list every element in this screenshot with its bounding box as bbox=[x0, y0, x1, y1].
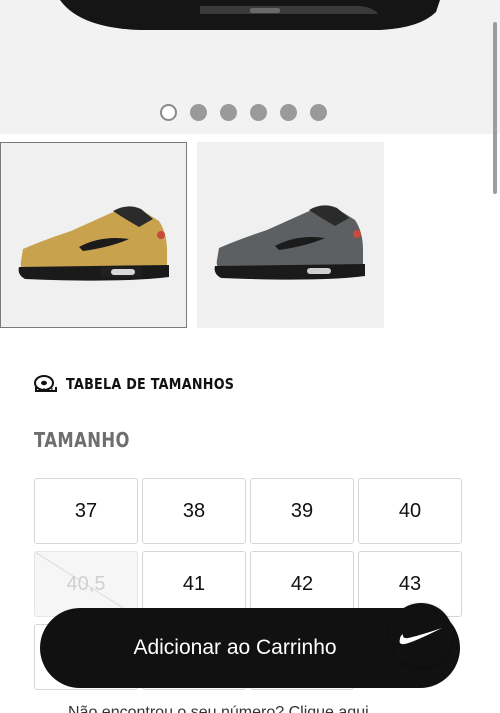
size-option[interactable]: 39 bbox=[250, 478, 354, 544]
product-hero-image[interactable] bbox=[0, 0, 500, 134]
size-option-label: 41 bbox=[182, 572, 206, 595]
carousel-dot[interactable] bbox=[220, 104, 237, 121]
size-option[interactable]: 40 bbox=[358, 478, 462, 544]
sneaker-image-wheat bbox=[18, 206, 169, 281]
size-help-text[interactable]: Não encontrou o seu número? Clique aqui bbox=[68, 704, 388, 713]
size-option-label: 43 bbox=[398, 572, 422, 595]
thumbnail-wheat-black[interactable] bbox=[0, 142, 187, 328]
size-option-label: 37 bbox=[74, 499, 98, 522]
carousel-dot[interactable] bbox=[310, 104, 327, 121]
size-option-label: 40,5 bbox=[66, 572, 106, 595]
carousel-dot[interactable] bbox=[190, 104, 207, 121]
size-option[interactable]: 37 bbox=[34, 478, 138, 544]
thumbnail-grey-black[interactable] bbox=[197, 142, 384, 328]
page-scrollbar[interactable] bbox=[493, 22, 497, 194]
nike-swoosh-icon bbox=[399, 628, 442, 645]
carousel-dot[interactable] bbox=[250, 104, 267, 121]
add-to-cart-label: Adicionar ao Carrinho bbox=[133, 636, 337, 659]
size-guide-link[interactable]: TABELA DE TAMANHOS bbox=[34, 374, 264, 394]
carousel-dot[interactable] bbox=[160, 104, 177, 121]
size-option-label: 39 bbox=[290, 499, 314, 522]
carousel-pagination bbox=[160, 104, 327, 121]
sneaker-image-grey bbox=[214, 205, 365, 280]
size-option-label: 40 bbox=[398, 499, 422, 522]
size-guide-label: TABELA DE TAMANHOS bbox=[66, 375, 235, 393]
nike-fab-button[interactable] bbox=[389, 603, 453, 667]
size-option-label: 38 bbox=[182, 499, 206, 522]
carousel-dot[interactable] bbox=[280, 104, 297, 121]
measuring-tape-icon bbox=[34, 375, 57, 392]
size-heading: TAMANHO bbox=[34, 428, 130, 452]
size-option-label: 42 bbox=[290, 572, 314, 595]
size-option[interactable]: 38 bbox=[142, 478, 246, 544]
